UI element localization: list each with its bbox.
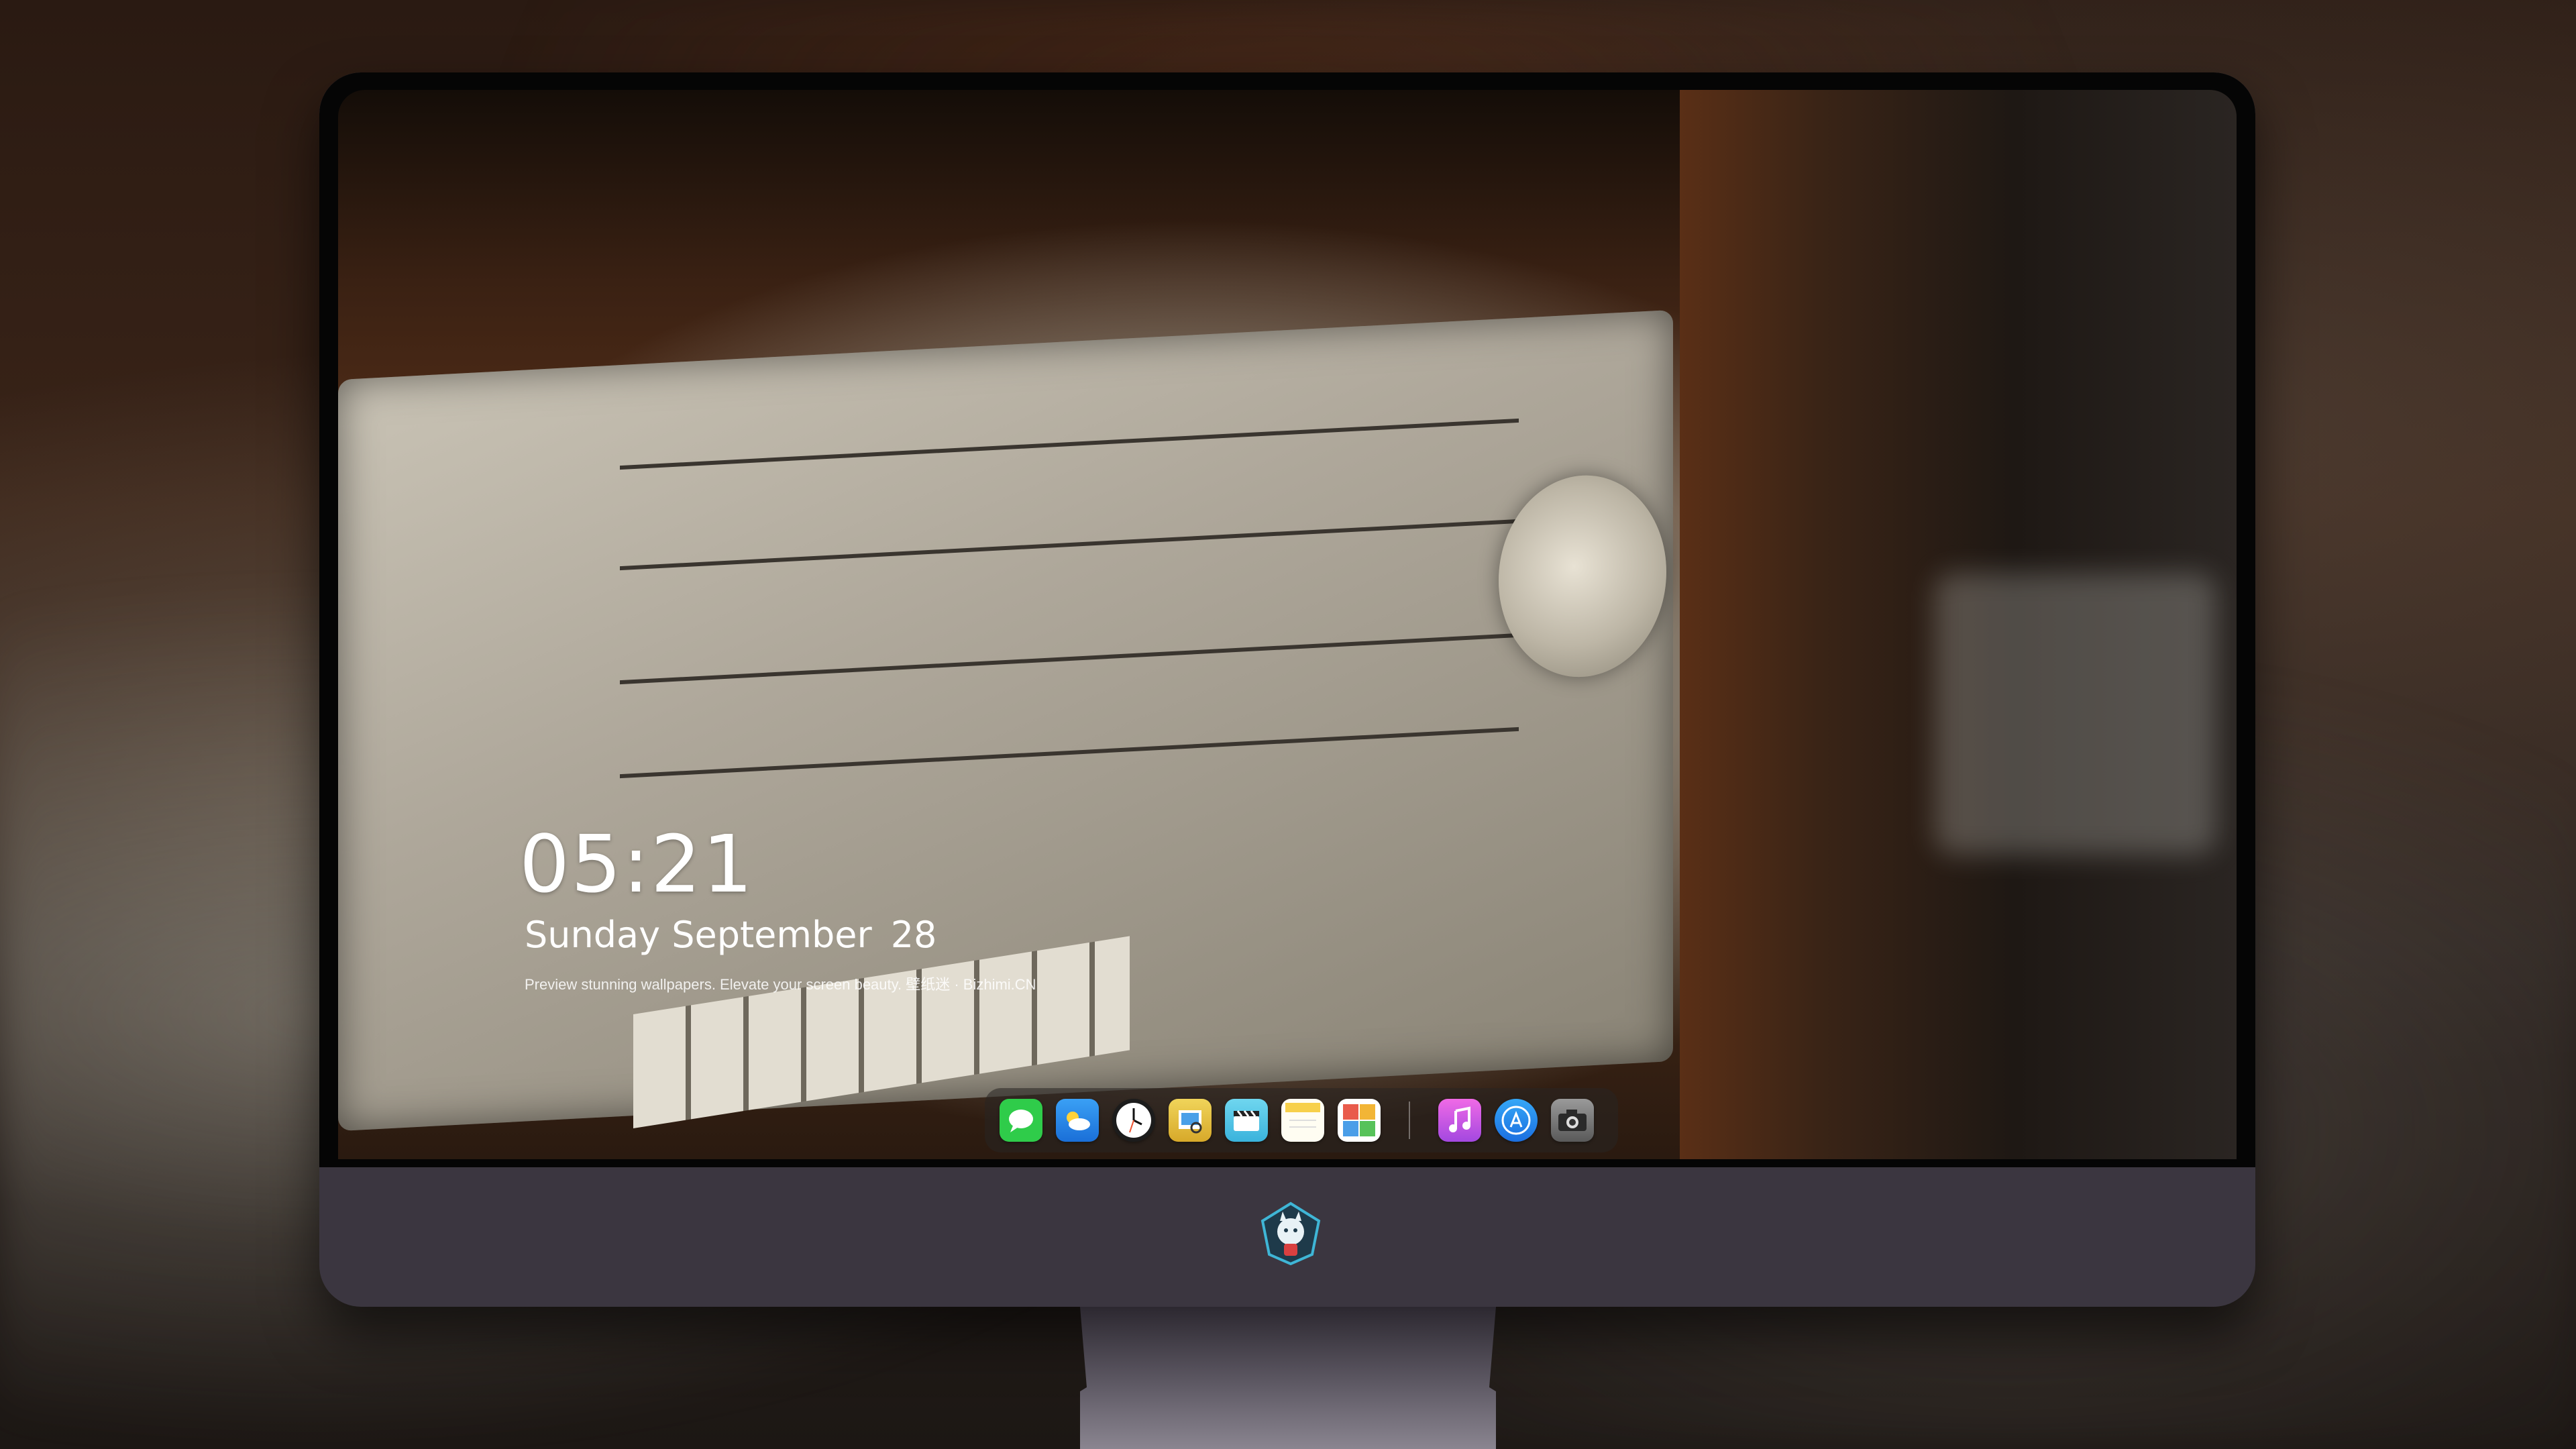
wallpaper-tuning-knob [1499, 471, 1666, 682]
lock-clock: 05:21 [519, 818, 755, 910]
monitor-bezel: 05:21 Sunday September 28 Preview stunnin… [319, 72, 2255, 1167]
lock-date: Sunday September 28 [525, 914, 936, 956]
date-weekday-month: Sunday September [525, 914, 872, 956]
dock [985, 1088, 1618, 1152]
brand-logo [1260, 1201, 1321, 1265]
wallpaper-tagline: Preview stunning wallpapers. Elevate you… [525, 976, 1036, 993]
imac-monitor: 05:21 Sunday September 28 Preview stunnin… [319, 72, 2255, 1307]
camera-icon[interactable] [1551, 1099, 1594, 1142]
photo-booth-icon[interactable] [1338, 1099, 1381, 1142]
wallpaper-wood-frame [1680, 90, 2237, 1159]
app-store-icon[interactable] [1495, 1099, 1538, 1142]
wallpaper-radio-panel [338, 309, 1673, 1132]
desktop-screen: 05:21 Sunday September 28 Preview stunnin… [338, 90, 2237, 1159]
monitor-stand [1080, 1307, 1496, 1449]
clips-icon[interactable] [1225, 1099, 1268, 1142]
notes-icon[interactable] [1281, 1099, 1324, 1142]
preview-icon[interactable] [1169, 1099, 1212, 1142]
itunes-icon[interactable] [1438, 1099, 1481, 1142]
date-day: 28 [890, 914, 937, 956]
dock-separator [1409, 1102, 1410, 1139]
weather-icon[interactable] [1056, 1099, 1099, 1142]
messages-icon[interactable] [1000, 1099, 1042, 1142]
clock-icon[interactable] [1112, 1099, 1155, 1142]
